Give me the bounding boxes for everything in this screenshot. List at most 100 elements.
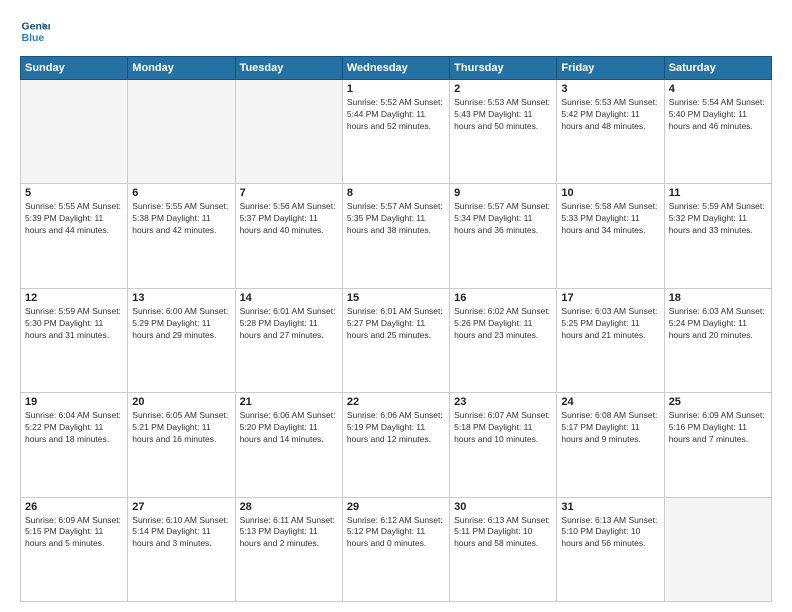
- day-info: Sunrise: 6:01 AM Sunset: 5:28 PM Dayligh…: [240, 306, 338, 342]
- day-info: Sunrise: 5:59 AM Sunset: 5:30 PM Dayligh…: [25, 306, 123, 342]
- day-number: 31: [561, 501, 659, 513]
- day-info: Sunrise: 6:06 AM Sunset: 5:20 PM Dayligh…: [240, 410, 338, 446]
- day-number: 29: [347, 501, 445, 513]
- header: General Blue: [20, 16, 772, 46]
- calendar-cell: [235, 80, 342, 184]
- calendar-cell: 9Sunrise: 5:57 AM Sunset: 5:34 PM Daylig…: [450, 184, 557, 288]
- logo-icon: General Blue: [20, 16, 50, 46]
- day-number: 19: [25, 396, 123, 408]
- day-info: Sunrise: 6:03 AM Sunset: 5:25 PM Dayligh…: [561, 306, 659, 342]
- day-info: Sunrise: 6:06 AM Sunset: 5:19 PM Dayligh…: [347, 410, 445, 446]
- day-info: Sunrise: 6:13 AM Sunset: 5:10 PM Dayligh…: [561, 515, 659, 551]
- day-number: 25: [669, 396, 767, 408]
- page: General Blue SundayMondayTuesdayWednesda…: [0, 0, 792, 612]
- calendar-cell: 12Sunrise: 5:59 AM Sunset: 5:30 PM Dayli…: [21, 288, 128, 392]
- weekday-sunday: Sunday: [21, 57, 128, 80]
- calendar-cell: 20 Sunrise: 6:05 AM Sunset: 5:21 PM Dayli…: [128, 393, 235, 497]
- day-number: 10: [561, 187, 659, 199]
- day-number: 1: [347, 83, 445, 95]
- day-info: Sunrise: 5:55 AM Sunset: 5:38 PM Dayligh…: [132, 201, 230, 237]
- day-info: Sunrise: 5:53 AM Sunset: 5:43 PM Dayligh…: [454, 97, 552, 133]
- calendar-cell: 16 Sunrise: 6:02 AM Sunset: 5:26 PM Dayli…: [450, 288, 557, 392]
- day-number: 14: [240, 292, 338, 304]
- logo: General Blue: [20, 16, 50, 46]
- calendar-cell: 4 Sunrise: 5:54 AM Sunset: 5:40 PM Daylig…: [664, 80, 771, 184]
- day-number: 17: [561, 292, 659, 304]
- weekday-thursday: Thursday: [450, 57, 557, 80]
- week-row-0: 1 Sunrise: 5:52 AM Sunset: 5:44 PM Daylig…: [21, 80, 772, 184]
- calendar-cell: [664, 497, 771, 601]
- week-row-4: 26 Sunrise: 6:09 AM Sunset: 5:15 PM Dayli…: [21, 497, 772, 601]
- day-info: Sunrise: 6:07 AM Sunset: 5:18 PM Dayligh…: [454, 410, 552, 446]
- weekday-tuesday: Tuesday: [235, 57, 342, 80]
- day-info: Sunrise: 6:03 AM Sunset: 5:24 PM Dayligh…: [669, 306, 767, 342]
- calendar-cell: 18 Sunrise: 6:03 AM Sunset: 5:24 PM Dayli…: [664, 288, 771, 392]
- calendar-cell: 17 Sunrise: 6:03 AM Sunset: 5:25 PM Dayli…: [557, 288, 664, 392]
- day-info: Sunrise: 6:04 AM Sunset: 5:22 PM Dayligh…: [25, 410, 123, 446]
- calendar-cell: 24 Sunrise: 6:08 AM Sunset: 5:17 PM Dayli…: [557, 393, 664, 497]
- day-info: Sunrise: 6:12 AM Sunset: 5:12 PM Dayligh…: [347, 515, 445, 551]
- day-info: Sunrise: 5:58 AM Sunset: 5:33 PM Dayligh…: [561, 201, 659, 237]
- day-number: 15: [347, 292, 445, 304]
- day-info: Sunrise: 6:09 AM Sunset: 5:16 PM Dayligh…: [669, 410, 767, 446]
- calendar-cell: 27Sunrise: 6:10 AM Sunset: 5:14 PM Dayli…: [128, 497, 235, 601]
- day-info: Sunrise: 5:52 AM Sunset: 5:44 PM Dayligh…: [347, 97, 445, 133]
- day-number: 30: [454, 501, 552, 513]
- calendar-cell: 2 Sunrise: 5:53 AM Sunset: 5:43 PM Daylig…: [450, 80, 557, 184]
- calendar-table: SundayMondayTuesdayWednesdayThursdayFrid…: [20, 56, 772, 602]
- day-number: 23: [454, 396, 552, 408]
- calendar-cell: 31 Sunrise: 6:13 AM Sunset: 5:10 PM Dayli…: [557, 497, 664, 601]
- day-number: 22: [347, 396, 445, 408]
- calendar-cell: 23 Sunrise: 6:07 AM Sunset: 5:18 PM Dayli…: [450, 393, 557, 497]
- day-info: Sunrise: 5:55 AM Sunset: 5:39 PM Dayligh…: [25, 201, 123, 237]
- week-row-3: 19 Sunrise: 6:04 AM Sunset: 5:22 PM Dayli…: [21, 393, 772, 497]
- day-info: Sunrise: 6:09 AM Sunset: 5:15 PM Dayligh…: [25, 515, 123, 551]
- svg-text:Blue: Blue: [22, 32, 45, 44]
- weekday-monday: Monday: [128, 57, 235, 80]
- day-number: 26: [25, 501, 123, 513]
- day-number: 5: [25, 187, 123, 199]
- calendar-cell: 5 Sunrise: 5:55 AM Sunset: 5:39 PM Daylig…: [21, 184, 128, 288]
- day-info: Sunrise: 6:02 AM Sunset: 5:26 PM Dayligh…: [454, 306, 552, 342]
- weekday-wednesday: Wednesday: [342, 57, 449, 80]
- day-number: 11: [669, 187, 767, 199]
- day-info: Sunrise: 5:56 AM Sunset: 5:37 PM Dayligh…: [240, 201, 338, 237]
- calendar-cell: 21Sunrise: 6:06 AM Sunset: 5:20 PM Dayli…: [235, 393, 342, 497]
- calendar-cell: 14 Sunrise: 6:01 AM Sunset: 5:28 PM Dayli…: [235, 288, 342, 392]
- day-number: 8: [347, 187, 445, 199]
- day-info: Sunrise: 6:08 AM Sunset: 5:17 PM Dayligh…: [561, 410, 659, 446]
- calendar-cell: 29 Sunrise: 6:12 AM Sunset: 5:12 PM Dayli…: [342, 497, 449, 601]
- day-info: Sunrise: 5:53 AM Sunset: 5:42 PM Dayligh…: [561, 97, 659, 133]
- calendar-cell: 25 Sunrise: 6:09 AM Sunset: 5:16 PM Dayli…: [664, 393, 771, 497]
- day-number: 3: [561, 83, 659, 95]
- calendar-cell: 7Sunrise: 5:56 AM Sunset: 5:37 PM Daylig…: [235, 184, 342, 288]
- day-info: Sunrise: 6:00 AM Sunset: 5:29 PM Dayligh…: [132, 306, 230, 342]
- day-number: 20: [132, 396, 230, 408]
- day-number: 13: [132, 292, 230, 304]
- calendar-cell: 13 Sunrise: 6:00 AM Sunset: 5:29 PM Dayli…: [128, 288, 235, 392]
- day-info: Sunrise: 5:59 AM Sunset: 5:32 PM Dayligh…: [669, 201, 767, 237]
- day-info: Sunrise: 5:54 AM Sunset: 5:40 PM Dayligh…: [669, 97, 767, 133]
- day-number: 2: [454, 83, 552, 95]
- calendar-cell: 28 Sunrise: 6:11 AM Sunset: 5:13 PM Dayli…: [235, 497, 342, 601]
- day-number: 24: [561, 396, 659, 408]
- week-row-2: 12Sunrise: 5:59 AM Sunset: 5:30 PM Dayli…: [21, 288, 772, 392]
- weekday-saturday: Saturday: [664, 57, 771, 80]
- day-info: Sunrise: 6:05 AM Sunset: 5:21 PM Dayligh…: [132, 410, 230, 446]
- day-info: Sunrise: 5:57 AM Sunset: 5:35 PM Dayligh…: [347, 201, 445, 237]
- day-info: Sunrise: 6:11 AM Sunset: 5:13 PM Dayligh…: [240, 515, 338, 551]
- weekday-header-row: SundayMondayTuesdayWednesdayThursdayFrid…: [21, 57, 772, 80]
- calendar-cell: 3 Sunrise: 5:53 AM Sunset: 5:42 PM Daylig…: [557, 80, 664, 184]
- calendar-cell: 22 Sunrise: 6:06 AM Sunset: 5:19 PM Dayli…: [342, 393, 449, 497]
- day-info: Sunrise: 6:10 AM Sunset: 5:14 PM Dayligh…: [132, 515, 230, 551]
- calendar-cell: 30Sunrise: 6:13 AM Sunset: 5:11 PM Dayli…: [450, 497, 557, 601]
- calendar-cell: 1 Sunrise: 5:52 AM Sunset: 5:44 PM Daylig…: [342, 80, 449, 184]
- day-number: 16: [454, 292, 552, 304]
- calendar-cell: 19 Sunrise: 6:04 AM Sunset: 5:22 PM Dayli…: [21, 393, 128, 497]
- day-number: 18: [669, 292, 767, 304]
- day-info: Sunrise: 5:57 AM Sunset: 5:34 PM Dayligh…: [454, 201, 552, 237]
- calendar-cell: 10 Sunrise: 5:58 AM Sunset: 5:33 PM Dayli…: [557, 184, 664, 288]
- day-number: 4: [669, 83, 767, 95]
- day-number: 28: [240, 501, 338, 513]
- calendar-cell: 26 Sunrise: 6:09 AM Sunset: 5:15 PM Dayli…: [21, 497, 128, 601]
